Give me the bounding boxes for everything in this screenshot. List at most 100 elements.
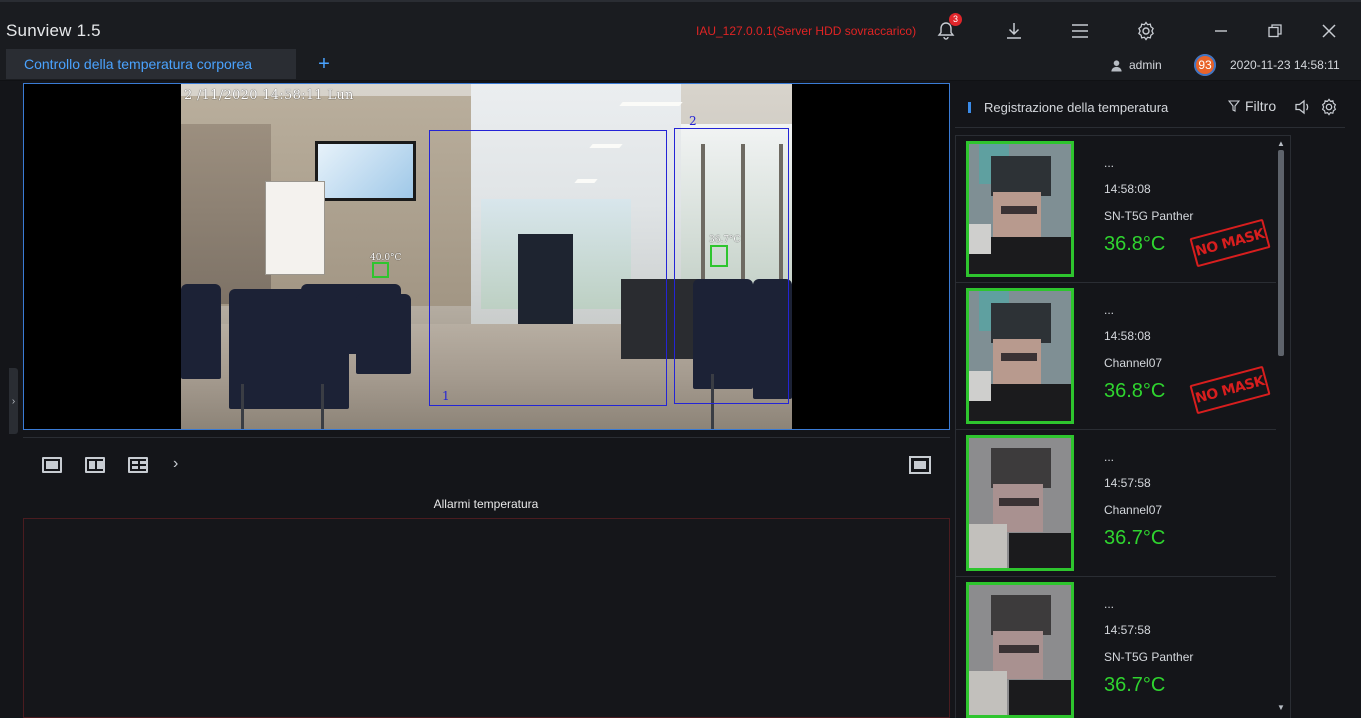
record-temperature: 36.7°C [1104,527,1166,549]
layout-2-icon[interactable] [85,457,105,473]
face-thumbnail [966,435,1074,571]
settings-icon[interactable] [1131,16,1161,46]
list-item[interactable]: ... 14:58:08 SN-T5G Panther 36.8°C NO MA… [956,136,1276,283]
add-tab-button[interactable]: + [314,52,334,76]
current-datetime: 2020-11-23 14:58:11 [1230,58,1340,72]
tab-body-temperature-control[interactable]: Controllo della temperatura corporea [6,49,296,79]
record-time: 14:57:58 [1104,476,1151,490]
temperature-alarms-panel [23,518,950,718]
face-detection-box [710,245,728,267]
temperature-records-list[interactable]: ... 14:58:08 SN-T5G Panther 36.8°C NO MA… [955,135,1291,718]
detection-zone-2 [674,128,789,404]
live-video-view[interactable]: 2 /11/2020 14:58:11 Lun 1 2 40.0°C 36.7°… [23,83,950,430]
zone-label-1: 1 [442,389,450,403]
zone-label-2: 2 [689,114,697,128]
minimize-icon[interactable] [1206,16,1236,46]
thumb-block [1001,206,1037,214]
scene-chair [356,294,411,374]
app-window: Sunview 1.5 IAU_127.0.0.1(Server HDD sov… [0,0,1361,718]
section-marker [968,102,971,113]
video-toolbar: › [23,437,950,487]
panel-settings-icon[interactable] [1320,98,1338,116]
video-osd-timestamp: 2 /11/2020 14:58:11 Lun [184,88,354,103]
filter-label: Filtro [1245,98,1277,114]
layout-1-icon[interactable] [42,457,62,473]
filter-button[interactable]: Filtro [1228,98,1276,114]
chevron-right-icon: › [11,395,16,407]
scene-wall-shadow [181,124,271,304]
no-mask-stamp: NO MASK [1189,218,1271,268]
user-info[interactable]: admin [1110,57,1162,73]
scene-chair [181,284,221,379]
filter-icon [1228,100,1240,112]
thumb-block [969,371,991,401]
scene-chair-leg [321,384,324,429]
no-mask-stamp: NO MASK [1189,365,1271,415]
app-title: Sunview 1.5 [6,21,101,40]
layout-cell [132,466,138,469]
layout-cell [140,466,146,469]
thumb-block [991,303,1051,343]
list-item[interactable]: ... 14:57:58 Channel07 36.7°C [956,430,1276,577]
tab-temperature-alarms[interactable]: Allarmi temperatura [402,490,570,518]
face-temp-label: 36.7°C [709,235,741,245]
scene-flipchart [265,181,325,275]
layout-cell [97,461,103,469]
layout-cell [89,461,95,469]
record-channel: Channel07 [1104,356,1163,370]
records-panel-title: Registrazione della temperatura [984,100,1169,115]
thumb-block [999,645,1039,653]
layout-cell [140,461,146,464]
scroll-down-icon[interactable]: ▼ [1277,704,1285,712]
record-time: 14:57:58 [1104,623,1151,637]
thumb-block [969,671,1007,715]
chevron-right-icon[interactable]: › [173,455,178,473]
record-time: 14:58:08 [1104,329,1151,343]
record-name: ... [1104,597,1115,611]
face-thumbnail [966,288,1074,424]
user-icon [1111,59,1122,72]
record-temperature: 36.8°C [1104,233,1166,255]
face-thumbnail [966,141,1074,277]
menu-icon[interactable] [1065,16,1095,46]
close-icon[interactable] [1314,16,1344,46]
record-name: ... [1104,303,1115,317]
record-temperature: 36.7°C [1104,674,1166,696]
record-temperature: 36.8°C [1104,380,1166,402]
scroll-up-icon[interactable]: ▲ [1277,140,1285,148]
thumb-block [1009,533,1071,568]
username: admin [1129,58,1162,72]
download-icon[interactable] [999,16,1029,46]
record-channel: SN-T5G Panther [1104,650,1194,664]
server-status-text[interactable]: IAU_127.0.0.1(Server HDD sovraccarico) [696,24,916,38]
thumb-block [991,156,1051,196]
thumb-block [1001,353,1037,361]
tab-bar: Controllo della temperatura corporea + a… [0,48,1361,81]
bell-icon[interactable]: 3 [931,13,962,46]
title-bar: Sunview 1.5 IAU_127.0.0.1(Server HDD sov… [0,0,1361,48]
scrollbar-thumb[interactable] [1278,150,1284,356]
record-channel: Channel07 [1104,503,1163,517]
records-panel-header: Registrazione della temperatura Filtro [955,90,1345,128]
speaker-icon[interactable] [1294,98,1312,116]
restore-icon[interactable] [1260,16,1290,46]
sidebar-expand-handle[interactable]: › [9,368,18,434]
thumb-block [993,339,1041,384]
thumb-block [969,224,991,254]
record-name: ... [1104,450,1115,464]
face-detection-box [372,262,389,278]
list-item[interactable]: ... 14:58:08 Channel07 36.8°C NO MASK [956,283,1276,430]
scene-tv [315,141,416,201]
record-channel: SN-T5G Panther [1104,209,1194,223]
detection-zone-1 [429,130,667,406]
layout-4-icon[interactable] [128,457,148,473]
list-item[interactable]: ... 14:57:58 SN-T5G Panther 36.7°C [956,577,1276,718]
scene-chair-leg [241,384,244,429]
record-time: 14:58:08 [1104,182,1151,196]
thumb-block [991,448,1051,488]
thumb-block [993,192,1041,237]
fullscreen-icon[interactable] [909,456,931,474]
records-scrollbar[interactable]: ▲ ▼ [1276,138,1286,716]
avatar[interactable]: 93 [1194,54,1216,76]
thumb-block [969,524,1007,568]
